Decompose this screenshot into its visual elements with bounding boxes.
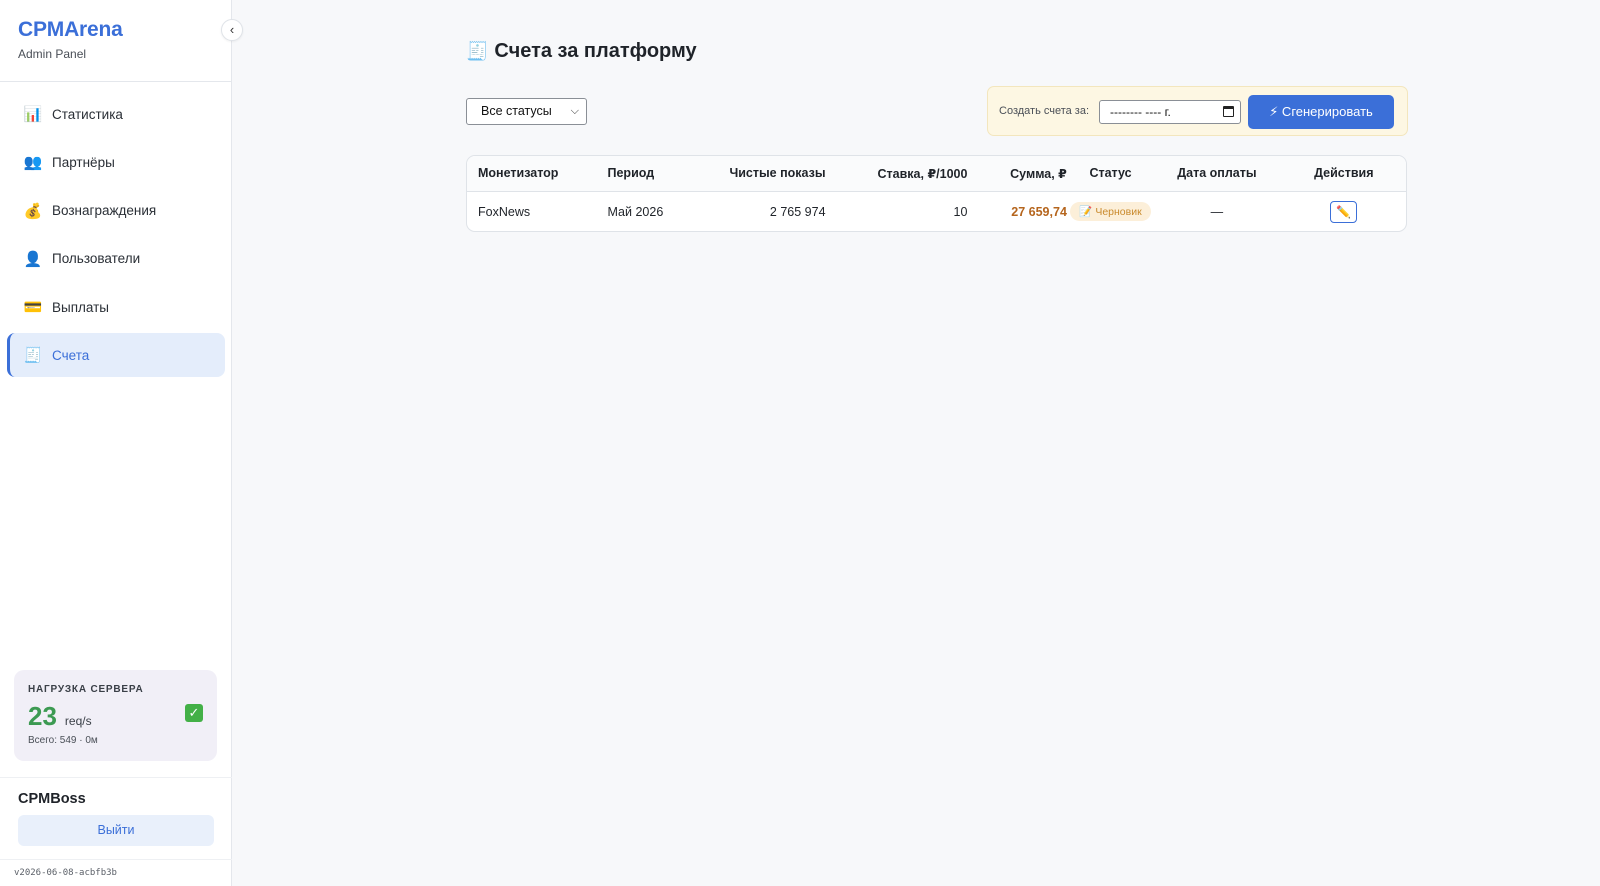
cell-amount: 27 659,74 — [1011, 204, 1067, 219]
sidebar-item-statistics[interactable]: 📊 Статистика — [7, 92, 225, 136]
sidebar-item-invoices[interactable]: 🧾 Счета — [7, 333, 225, 378]
month-date-input[interactable]: -------- ---- г. — [1099, 100, 1241, 124]
server-load-title: НАГРУЗКА СЕРВЕРА — [28, 684, 144, 695]
chevron-down-icon: ⌵ — [570, 105, 579, 117]
current-user-name: CPMBoss — [18, 791, 86, 807]
sidebar-divider — [0, 81, 232, 82]
server-load-value: 23 — [28, 701, 57, 731]
status-filter-value: Все статусы — [481, 104, 552, 118]
sidebar-item-label: Счета — [52, 347, 90, 363]
column-header-monetizer: Монетизатор — [467, 156, 597, 192]
server-load-card: НАГРУЗКА СЕРВЕРА 23 req/s ✓ Всего: 549 ·… — [14, 670, 217, 761]
sidebar-item-payouts[interactable]: 💳 Выплаты — [7, 285, 225, 329]
cell-paid-date: — — [1210, 204, 1224, 219]
sidebar-item-rewards[interactable]: 💰 Вознаграждения — [7, 189, 225, 233]
date-input-value: -------- ---- г. — [1110, 105, 1171, 119]
server-load-row: 23 req/s ✓ — [28, 701, 203, 732]
partners-icon: 👥 — [23, 154, 43, 172]
version-label: v2026-06-08-acbfb3b — [14, 868, 117, 878]
invoices-table: Монетизатор Период Чистые показы Ставка,… — [467, 156, 1406, 231]
sidebar-item-label: Партнёры — [52, 154, 115, 170]
sidebar-item-users[interactable]: 👤 Пользователи — [7, 237, 225, 281]
receipt-icon: 🧾 — [23, 347, 43, 365]
generate-label: Создать счета за: — [999, 105, 1090, 117]
table-header-row: Монетизатор Период Чистые показы Ставка,… — [467, 156, 1406, 192]
brand-subtitle: Admin Panel — [18, 47, 87, 61]
column-header-impressions: Чистые показы — [698, 156, 828, 192]
column-header-status: Статус — [1068, 156, 1153, 192]
column-header-actions: Действия — [1281, 156, 1406, 192]
receipt-icon: 🧾 — [466, 41, 489, 61]
cell-status: 📝 Черновик — [1069, 191, 1152, 231]
main-content: 🧾 Счета за платформу Все статусы ⌵ Созда… — [232, 0, 1600, 886]
status-filter-select[interactable]: Все статусы ⌵ — [466, 98, 587, 125]
money-bag-icon: 💰 — [23, 202, 43, 220]
user-icon: 👤 — [23, 250, 43, 268]
cell-rate: 10 — [953, 204, 968, 219]
status-badge: 📝 Черновик — [1070, 202, 1151, 222]
server-load-total: Всего: 549 · 0м — [28, 735, 98, 746]
sidebar: CPMArena Admin Panel 📊 Статистика 👥 Парт… — [0, 0, 232, 886]
cell-actions: ✏️ — [1282, 191, 1406, 231]
page-title: 🧾 Счета за платформу — [466, 40, 697, 63]
app-root: CPMArena Admin Panel 📊 Статистика 👥 Парт… — [0, 0, 1600, 886]
check-icon: ✓ — [185, 704, 203, 722]
brand: CPMArena Admin Panel — [18, 18, 123, 61]
logout-button[interactable]: Выйти — [18, 815, 214, 846]
sidebar-item-label: Пользователи — [52, 251, 141, 267]
page-title-text: Счета за платформу — [494, 40, 697, 62]
collapse-sidebar-button[interactable]: ‹ — [221, 19, 243, 41]
cell-impressions: 2 765 974 — [769, 204, 826, 219]
table-row: FoxNews Май 2026 2 765 974 10 27 659,74 … — [467, 191, 1406, 231]
cell-monetizer: FoxNews — [478, 204, 531, 219]
server-load-unit: req/s — [64, 714, 92, 728]
sidebar-divider — [0, 777, 232, 778]
sidebar-item-partners[interactable]: 👥 Партнёры — [7, 140, 225, 184]
card-icon: 💳 — [23, 299, 43, 317]
column-header-rate: Ставка, ₽/1000 — [827, 156, 970, 192]
sidebar-nav: 📊 Статистика 👥 Партнёры 💰 Вознаграждения… — [7, 92, 225, 382]
calendar-icon[interactable] — [1223, 106, 1234, 117]
column-header-amount: Сумма, ₽ — [969, 156, 1069, 192]
cell-period: Май 2026 — [607, 204, 664, 219]
sidebar-item-label: Статистика — [52, 106, 123, 122]
column-header-paid-date: Дата оплаты — [1152, 156, 1282, 192]
sidebar-divider — [0, 859, 232, 860]
edit-icon[interactable]: ✏️ — [1330, 200, 1358, 223]
generate-button[interactable]: ⚡ Сгенерировать — [1248, 95, 1394, 129]
chart-icon: 📊 — [23, 106, 43, 123]
invoices-table-card: Монетизатор Период Чистые показы Ставка,… — [466, 155, 1407, 232]
brand-title[interactable]: CPMArena — [18, 18, 123, 42]
sidebar-item-label: Выплаты — [52, 299, 109, 315]
sidebar-item-label: Вознаграждения — [52, 203, 157, 219]
column-header-period: Период — [596, 156, 699, 192]
generate-invoices-panel: Создать счета за: -------- ---- г. ⚡ Сге… — [987, 86, 1408, 136]
